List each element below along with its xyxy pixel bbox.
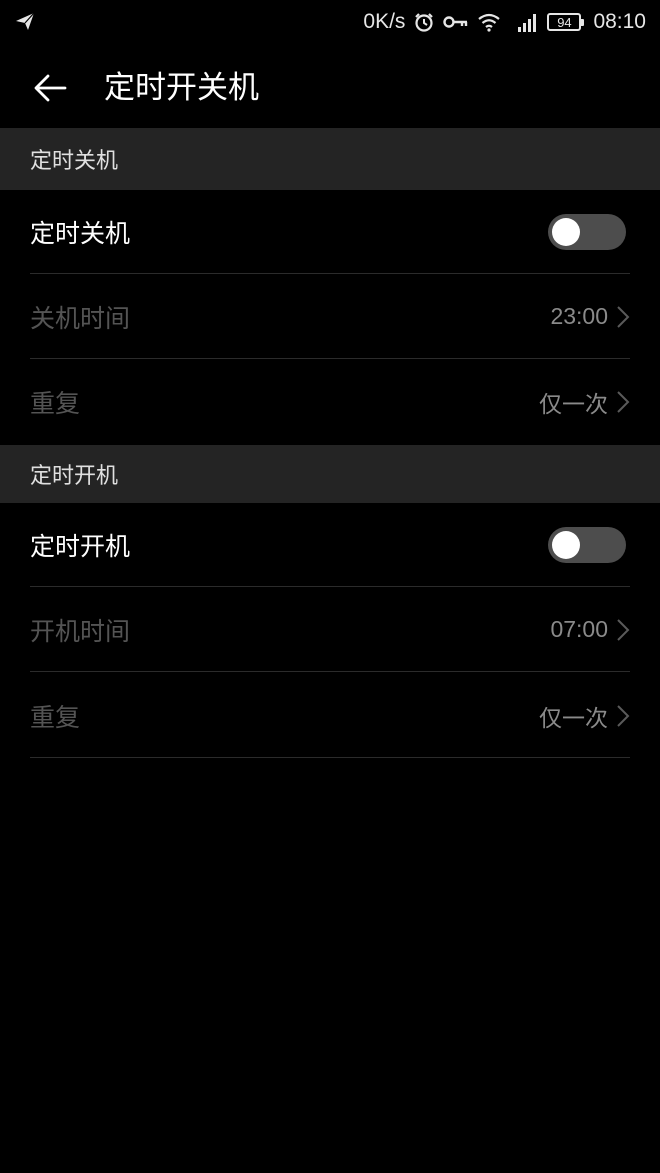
poweron-toggle-switch[interactable] [548,526,626,563]
send-icon [14,10,36,32]
alarm-icon [413,11,435,33]
poweron-repeat-row[interactable]: 重复 仅一次 [30,674,630,758]
chevron-right-icon [616,390,630,414]
shutdown-toggle-label: 定时关机 [30,218,131,248]
net-speed: 0K/s [363,10,406,33]
page-title: 定时开关机 [104,70,259,106]
chevron-right-icon [616,704,630,728]
section-header-poweron: 定时开机 [0,445,660,503]
signal-icon [517,12,539,32]
shutdown-repeat-label: 重复 [30,389,81,418]
chevron-right-icon [616,618,630,642]
shutdown-repeat-row[interactable]: 重复 仅一次 [30,360,630,444]
poweron-time-row[interactable]: 开机时间 07:00 [30,588,630,672]
poweron-toggle-row[interactable]: 定时开机 [30,503,630,587]
arrow-left-icon [33,73,67,107]
back-button[interactable] [22,62,78,118]
shutdown-toggle-row[interactable]: 定时关机 [30,190,630,274]
shutdown-time-row[interactable]: 关机时间 23:00 [30,275,630,359]
shutdown-repeat-value: 仅一次 [539,392,608,418]
poweron-time-label: 开机时间 [30,616,131,646]
wifi-icon [477,12,501,32]
poweron-time-value: 07:00 [550,616,608,642]
battery-icon: 94 [547,13,585,31]
app-bar: 定时开关机 [0,44,660,128]
poweron-repeat-value: 仅一次 [539,705,608,732]
clock: 08:10 [593,10,646,33]
vpn-key-icon [443,14,469,30]
chevron-right-icon [616,305,630,329]
status-indicators: 0K/s 94 08:10 [363,8,646,36]
poweron-toggle-label: 定时开机 [30,531,131,561]
shutdown-time-label: 关机时间 [30,303,131,333]
section-header-shutdown: 定时关机 [0,128,660,190]
poweron-repeat-label: 重复 [30,702,81,732]
battery-level: 94 [557,14,572,30]
shutdown-toggle-switch[interactable] [548,213,626,250]
toggle-knob [552,217,580,246]
shutdown-time-value: 23:00 [550,303,608,329]
status-bar: 0K/s 94 08:10 [0,0,660,44]
toggle-knob [552,530,580,559]
